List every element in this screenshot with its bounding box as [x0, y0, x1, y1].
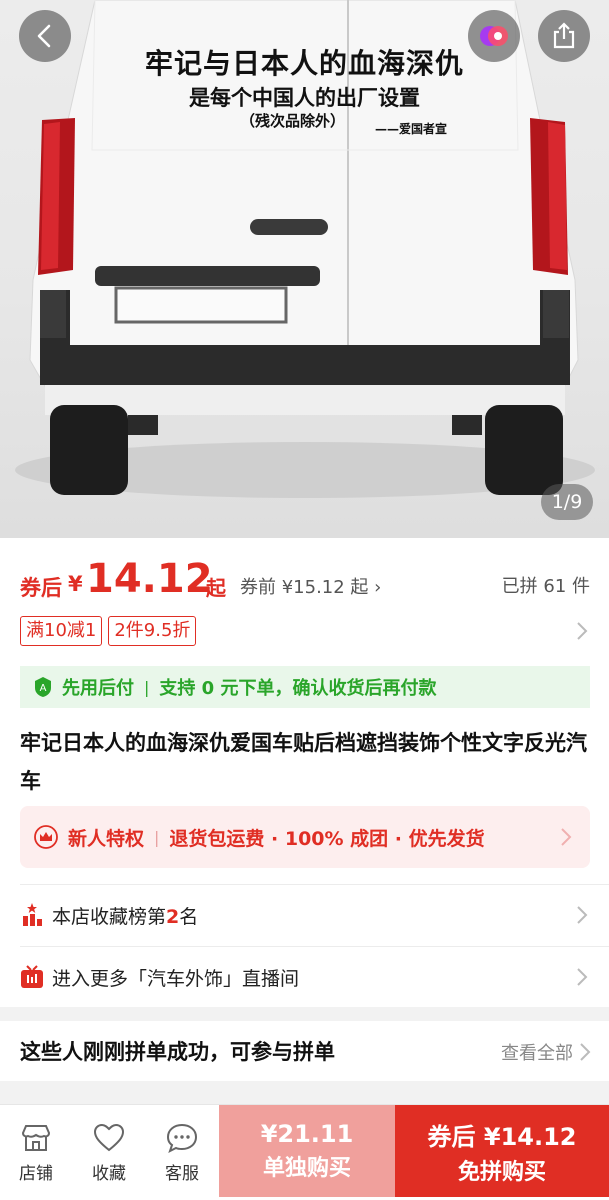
crown-icon — [34, 825, 58, 849]
back-button[interactable] — [19, 10, 71, 62]
group-buy-button[interactable]: 券后 ¥14.12 免拼购买 — [395, 1105, 609, 1197]
separator: | — [154, 827, 160, 847]
chevron-right-icon[interactable] — [574, 620, 590, 642]
discount-tag: 满10减1 — [20, 616, 103, 646]
share-icon — [553, 22, 575, 49]
newcomer-label: 新人特权 — [68, 827, 145, 850]
chevron-right-icon: › — [374, 577, 382, 598]
newcomer-detail: 退货包运费 · 100% 成团 · 优先发货 — [169, 827, 485, 850]
separator: | — [144, 677, 150, 697]
decal-signature: ——爱国者宣 — [375, 122, 448, 136]
live-room-row[interactable]: 进入更多「汽车外饰」直播间 — [20, 947, 590, 1007]
store-icon — [21, 1124, 51, 1151]
product-title: 牢记日本人的血海深仇爱国车贴后档遮挡装饰个性文字反光汽车 — [20, 731, 587, 793]
price-from-label: 起 — [206, 576, 226, 600]
favorite-tab[interactable]: 收藏 — [73, 1105, 145, 1200]
chevron-right-icon — [577, 906, 588, 924]
product-image-carousel[interactable]: 牢记与日本人的血海深仇 是每个中国人的出厂设置 （残次品除外） ——爱国者宣 1… — [0, 0, 609, 538]
decal-text-line2: 是每个中国人的出厂设置 — [189, 85, 420, 110]
chevron-right-icon[interactable] — [577, 1041, 593, 1063]
currency-symbol: ¥ — [68, 572, 83, 596]
group-buy-section: 这些人刚刚拼单成功，可参与拼单 查看全部 — [0, 1021, 609, 1081]
price-row: 券后 ¥ 14.12 起 券前 ¥15.12 起 › 已拼 61 件 — [20, 556, 590, 606]
ranking-number: 2 — [166, 905, 180, 928]
discount-tag: 2件9.5折 — [108, 616, 197, 646]
before-coupon-price[interactable]: 券前 ¥15.12 起 › — [240, 573, 381, 599]
live-room-text: 进入更多「汽车外饰」直播间 — [52, 967, 300, 990]
buy-alone-button[interactable]: ¥21.11 单独购买 — [219, 1105, 395, 1197]
sold-count: 已拼 61 件 — [501, 576, 590, 597]
ai-assistant-icon — [480, 26, 508, 46]
section-gap — [0, 1007, 609, 1021]
decal-text-line3: （残次品除外） — [240, 112, 346, 130]
ai-assistant-button[interactable] — [468, 10, 520, 62]
share-button[interactable] — [538, 10, 590, 62]
ranking-icon — [23, 903, 42, 926]
group-label: 免拼购买 — [457, 1159, 546, 1185]
group-buy-title: 这些人刚刚拼单成功，可参与拼单 — [20, 1040, 335, 1064]
chevron-right-icon — [577, 968, 588, 986]
customer-service-label: 客服 — [165, 1163, 199, 1184]
after-coupon-label: 券后 — [20, 576, 62, 600]
customer-service-tab[interactable]: 客服 — [146, 1105, 218, 1200]
heart-icon — [93, 1123, 125, 1151]
chat-icon — [166, 1123, 198, 1153]
pay-later-icon: A — [35, 677, 51, 697]
chevron-right-icon — [561, 828, 572, 846]
ranking-text: 本店收藏榜第2名 — [52, 905, 199, 928]
pay-later-label: 先用后付 — [62, 678, 134, 699]
decal-text-line1: 牢记与日本人的血海深仇 — [144, 47, 464, 80]
pay-later-detail: 支持 0 元下单，确认收货后再付款 — [159, 678, 437, 699]
pay-later-banner[interactable]: A 先用后付 | 支持 0 元下单，确认收货后再付款 — [20, 666, 590, 708]
discount-tags[interactable]: 满10减1 2件9.5折 — [20, 616, 197, 646]
group-price: 券后 ¥14.12 — [427, 1122, 577, 1151]
favorite-label: 收藏 — [92, 1163, 126, 1184]
solo-price: ¥21.11 — [260, 1120, 354, 1148]
chevron-left-icon — [37, 24, 51, 48]
price-amount: 14.12 — [86, 556, 213, 602]
newcomer-privilege-banner[interactable]: 新人特权 | 退货包运费 · 100% 成团 · 优先发货 — [20, 806, 590, 868]
live-tv-icon — [21, 965, 43, 988]
svg-text:A: A — [40, 683, 47, 694]
view-all-link[interactable]: 查看全部 — [501, 1039, 573, 1065]
store-ranking-row[interactable]: 本店收藏榜第2名 — [20, 885, 590, 945]
image-counter: 1/9 — [541, 484, 593, 520]
store-tab[interactable]: 店铺 — [0, 1105, 72, 1200]
solo-label: 单独购买 — [262, 1156, 351, 1181]
store-label: 店铺 — [19, 1163, 53, 1184]
